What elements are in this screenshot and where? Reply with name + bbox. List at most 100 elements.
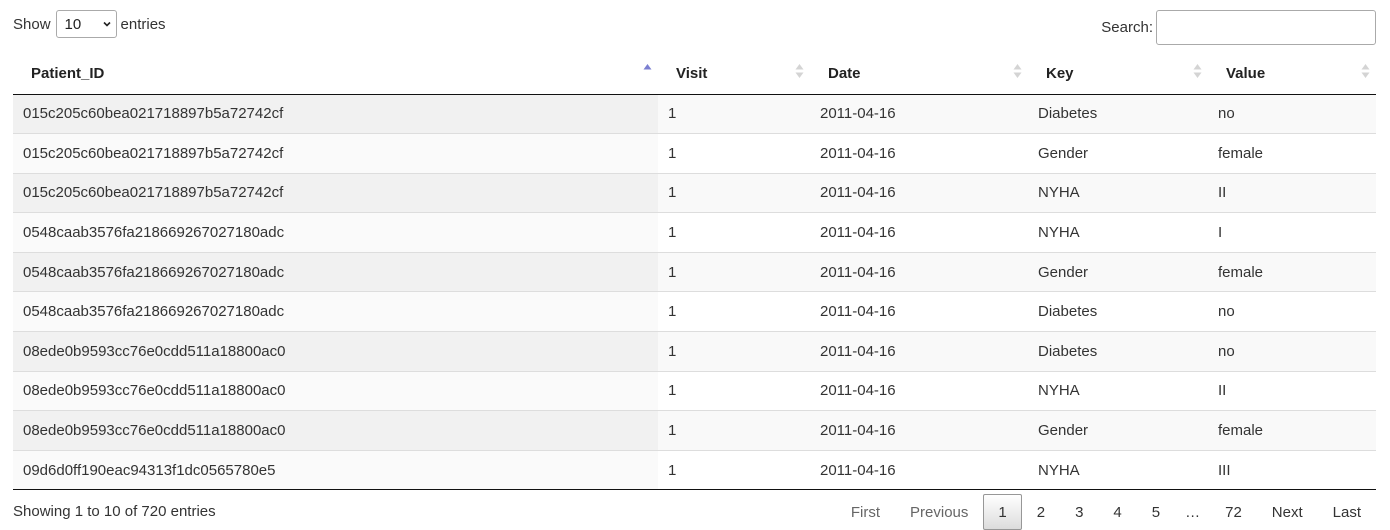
page-button[interactable]: 4	[1098, 494, 1136, 530]
sort-both-icon	[795, 64, 804, 78]
cell-patient-id: 015c205c60bea021718897b5a72742cf	[13, 133, 658, 174]
cell-value: female	[1208, 133, 1376, 174]
sort-both-icon	[1361, 64, 1370, 78]
cell-value: III	[1208, 449, 1376, 491]
table-info: Showing 1 to 10 of 720 entries	[13, 503, 216, 520]
previous-page-button[interactable]: Previous	[895, 494, 983, 530]
cell-date: 2011-04-16	[810, 291, 1028, 332]
table-row[interactable]: 08ede0b9593cc76e0cdd511a18800ac0 1 2011-04…	[13, 410, 1376, 451]
cell-key: NYHA	[1028, 370, 1208, 411]
cell-visit: 1	[658, 212, 810, 253]
cell-patient-id: 08ede0b9593cc76e0cdd511a18800ac0	[13, 331, 658, 372]
last-page-button[interactable]: Last	[1318, 494, 1376, 530]
column-header-label: Key	[1046, 64, 1074, 82]
cell-key: Diabetes	[1028, 331, 1208, 372]
sort-ascending-icon	[643, 64, 652, 70]
table-row[interactable]: 0548caab3576fa218669267027180adc 1 2011-04…	[13, 212, 1376, 253]
table-row[interactable]: 08ede0b9593cc76e0cdd511a18800ac0 1 2011-04…	[13, 370, 1376, 411]
page-button[interactable]: 5	[1137, 494, 1175, 530]
table-row[interactable]: 0548caab3576fa218669267027180adc 1 2011-04…	[13, 251, 1376, 292]
cell-visit: 1	[658, 251, 810, 292]
cell-patient-id: 015c205c60bea021718897b5a72742cf	[13, 94, 658, 134]
table-row[interactable]: 0548caab3576fa218669267027180adc 1 2011-04…	[13, 291, 1376, 332]
column-header-patient-id[interactable]: Patient_ID	[13, 53, 658, 95]
entries-per-page-select[interactable]: 10	[55, 10, 117, 38]
page-button[interactable]: 2	[1022, 494, 1060, 530]
cell-patient-id: 0548caab3576fa218669267027180adc	[13, 251, 658, 292]
page-button-current[interactable]: 1	[983, 494, 1022, 530]
table-header-row: Patient_ID Visit Date Key Value	[13, 53, 1376, 95]
cell-value: II	[1208, 370, 1376, 411]
cell-key: Gender	[1028, 251, 1208, 292]
cell-key: Diabetes	[1028, 291, 1208, 332]
column-header-key[interactable]: Key	[1028, 53, 1208, 95]
next-page-button[interactable]: Next	[1257, 494, 1318, 530]
page-numbers: 12345	[983, 494, 1175, 530]
cell-key: NYHA	[1028, 449, 1208, 491]
table-row[interactable]: 015c205c60bea021718897b5a72742cf 1 2011-04…	[13, 133, 1376, 174]
cell-value: II	[1208, 172, 1376, 213]
cell-date: 2011-04-16	[810, 331, 1028, 372]
cell-visit: 1	[658, 291, 810, 332]
length-control: Show 10 entries	[13, 10, 166, 38]
pagination-ellipsis: …	[1185, 503, 1201, 521]
table-row[interactable]: 08ede0b9593cc76e0cdd511a18800ac0 1 2011-04…	[13, 331, 1376, 372]
cell-key: Diabetes	[1028, 94, 1208, 134]
cell-visit: 1	[658, 331, 810, 372]
cell-visit: 1	[658, 172, 810, 213]
cell-date: 2011-04-16	[810, 212, 1028, 253]
search-label: Search:	[1101, 19, 1153, 36]
cell-visit: 1	[658, 449, 810, 491]
entries-label: entries	[120, 15, 166, 33]
column-header-label: Patient_ID	[31, 64, 105, 82]
cell-patient-id: 08ede0b9593cc76e0cdd511a18800ac0	[13, 410, 658, 451]
cell-date: 2011-04-16	[810, 172, 1028, 213]
sort-both-icon	[1193, 64, 1202, 78]
cell-patient-id: 09d6d0ff190eac94313f1dc0565780e5	[13, 449, 658, 491]
cell-patient-id: 015c205c60bea021718897b5a72742cf	[13, 172, 658, 213]
table-body: 015c205c60bea021718897b5a72742cf 1 2011-04…	[13, 94, 1376, 491]
search-input[interactable]	[1156, 10, 1376, 45]
cell-value: no	[1208, 94, 1376, 134]
cell-date: 2011-04-16	[810, 251, 1028, 292]
cell-patient-id: 0548caab3576fa218669267027180adc	[13, 212, 658, 253]
data-table: Patient_ID Visit Date Key Value 015c205c60be…	[13, 53, 1376, 491]
cell-date: 2011-04-16	[810, 133, 1028, 174]
page-button[interactable]: 3	[1060, 494, 1098, 530]
table-row[interactable]: 015c205c60bea021718897b5a72742cf 1 2011-04…	[13, 172, 1376, 213]
cell-date: 2011-04-16	[810, 94, 1028, 134]
cell-visit: 1	[658, 94, 810, 134]
cell-visit: 1	[658, 133, 810, 174]
cell-key: NYHA	[1028, 212, 1208, 253]
table-row[interactable]: 09d6d0ff190eac94313f1dc0565780e5 1 2011-04…	[13, 449, 1376, 491]
cell-value: no	[1208, 291, 1376, 332]
entries-per-page-value: 10	[64, 15, 82, 33]
cell-patient-id: 0548caab3576fa218669267027180adc	[13, 291, 658, 332]
cell-value: no	[1208, 331, 1376, 372]
table-controls: Show 10 entries Search:	[13, 10, 1376, 46]
first-page-button[interactable]: First	[836, 494, 895, 530]
cell-value: I	[1208, 212, 1376, 253]
cell-date: 2011-04-16	[810, 410, 1028, 451]
column-header-date[interactable]: Date	[810, 53, 1028, 95]
cell-date: 2011-04-16	[810, 449, 1028, 491]
page-button-last-number[interactable]: 72	[1210, 494, 1257, 530]
column-header-label: Value	[1226, 64, 1266, 82]
cell-visit: 1	[658, 370, 810, 411]
pagination: First Previous 12345 … 72 Next Last	[836, 494, 1376, 530]
cell-key: Gender	[1028, 133, 1208, 174]
table-row[interactable]: 015c205c60bea021718897b5a72742cf 1 2011-04…	[13, 94, 1376, 134]
chevron-down-icon	[102, 21, 111, 27]
column-header-label: Visit	[676, 64, 708, 82]
show-label: Show	[13, 15, 51, 33]
cell-key: Gender	[1028, 410, 1208, 451]
cell-visit: 1	[658, 410, 810, 451]
cell-key: NYHA	[1028, 172, 1208, 213]
cell-patient-id: 08ede0b9593cc76e0cdd511a18800ac0	[13, 370, 658, 411]
cell-value: female	[1208, 251, 1376, 292]
column-header-label: Date	[828, 64, 861, 82]
search-control: Search:	[1101, 10, 1376, 45]
column-header-visit[interactable]: Visit	[658, 53, 810, 95]
sort-both-icon	[1013, 64, 1022, 78]
column-header-value[interactable]: Value	[1208, 53, 1376, 95]
